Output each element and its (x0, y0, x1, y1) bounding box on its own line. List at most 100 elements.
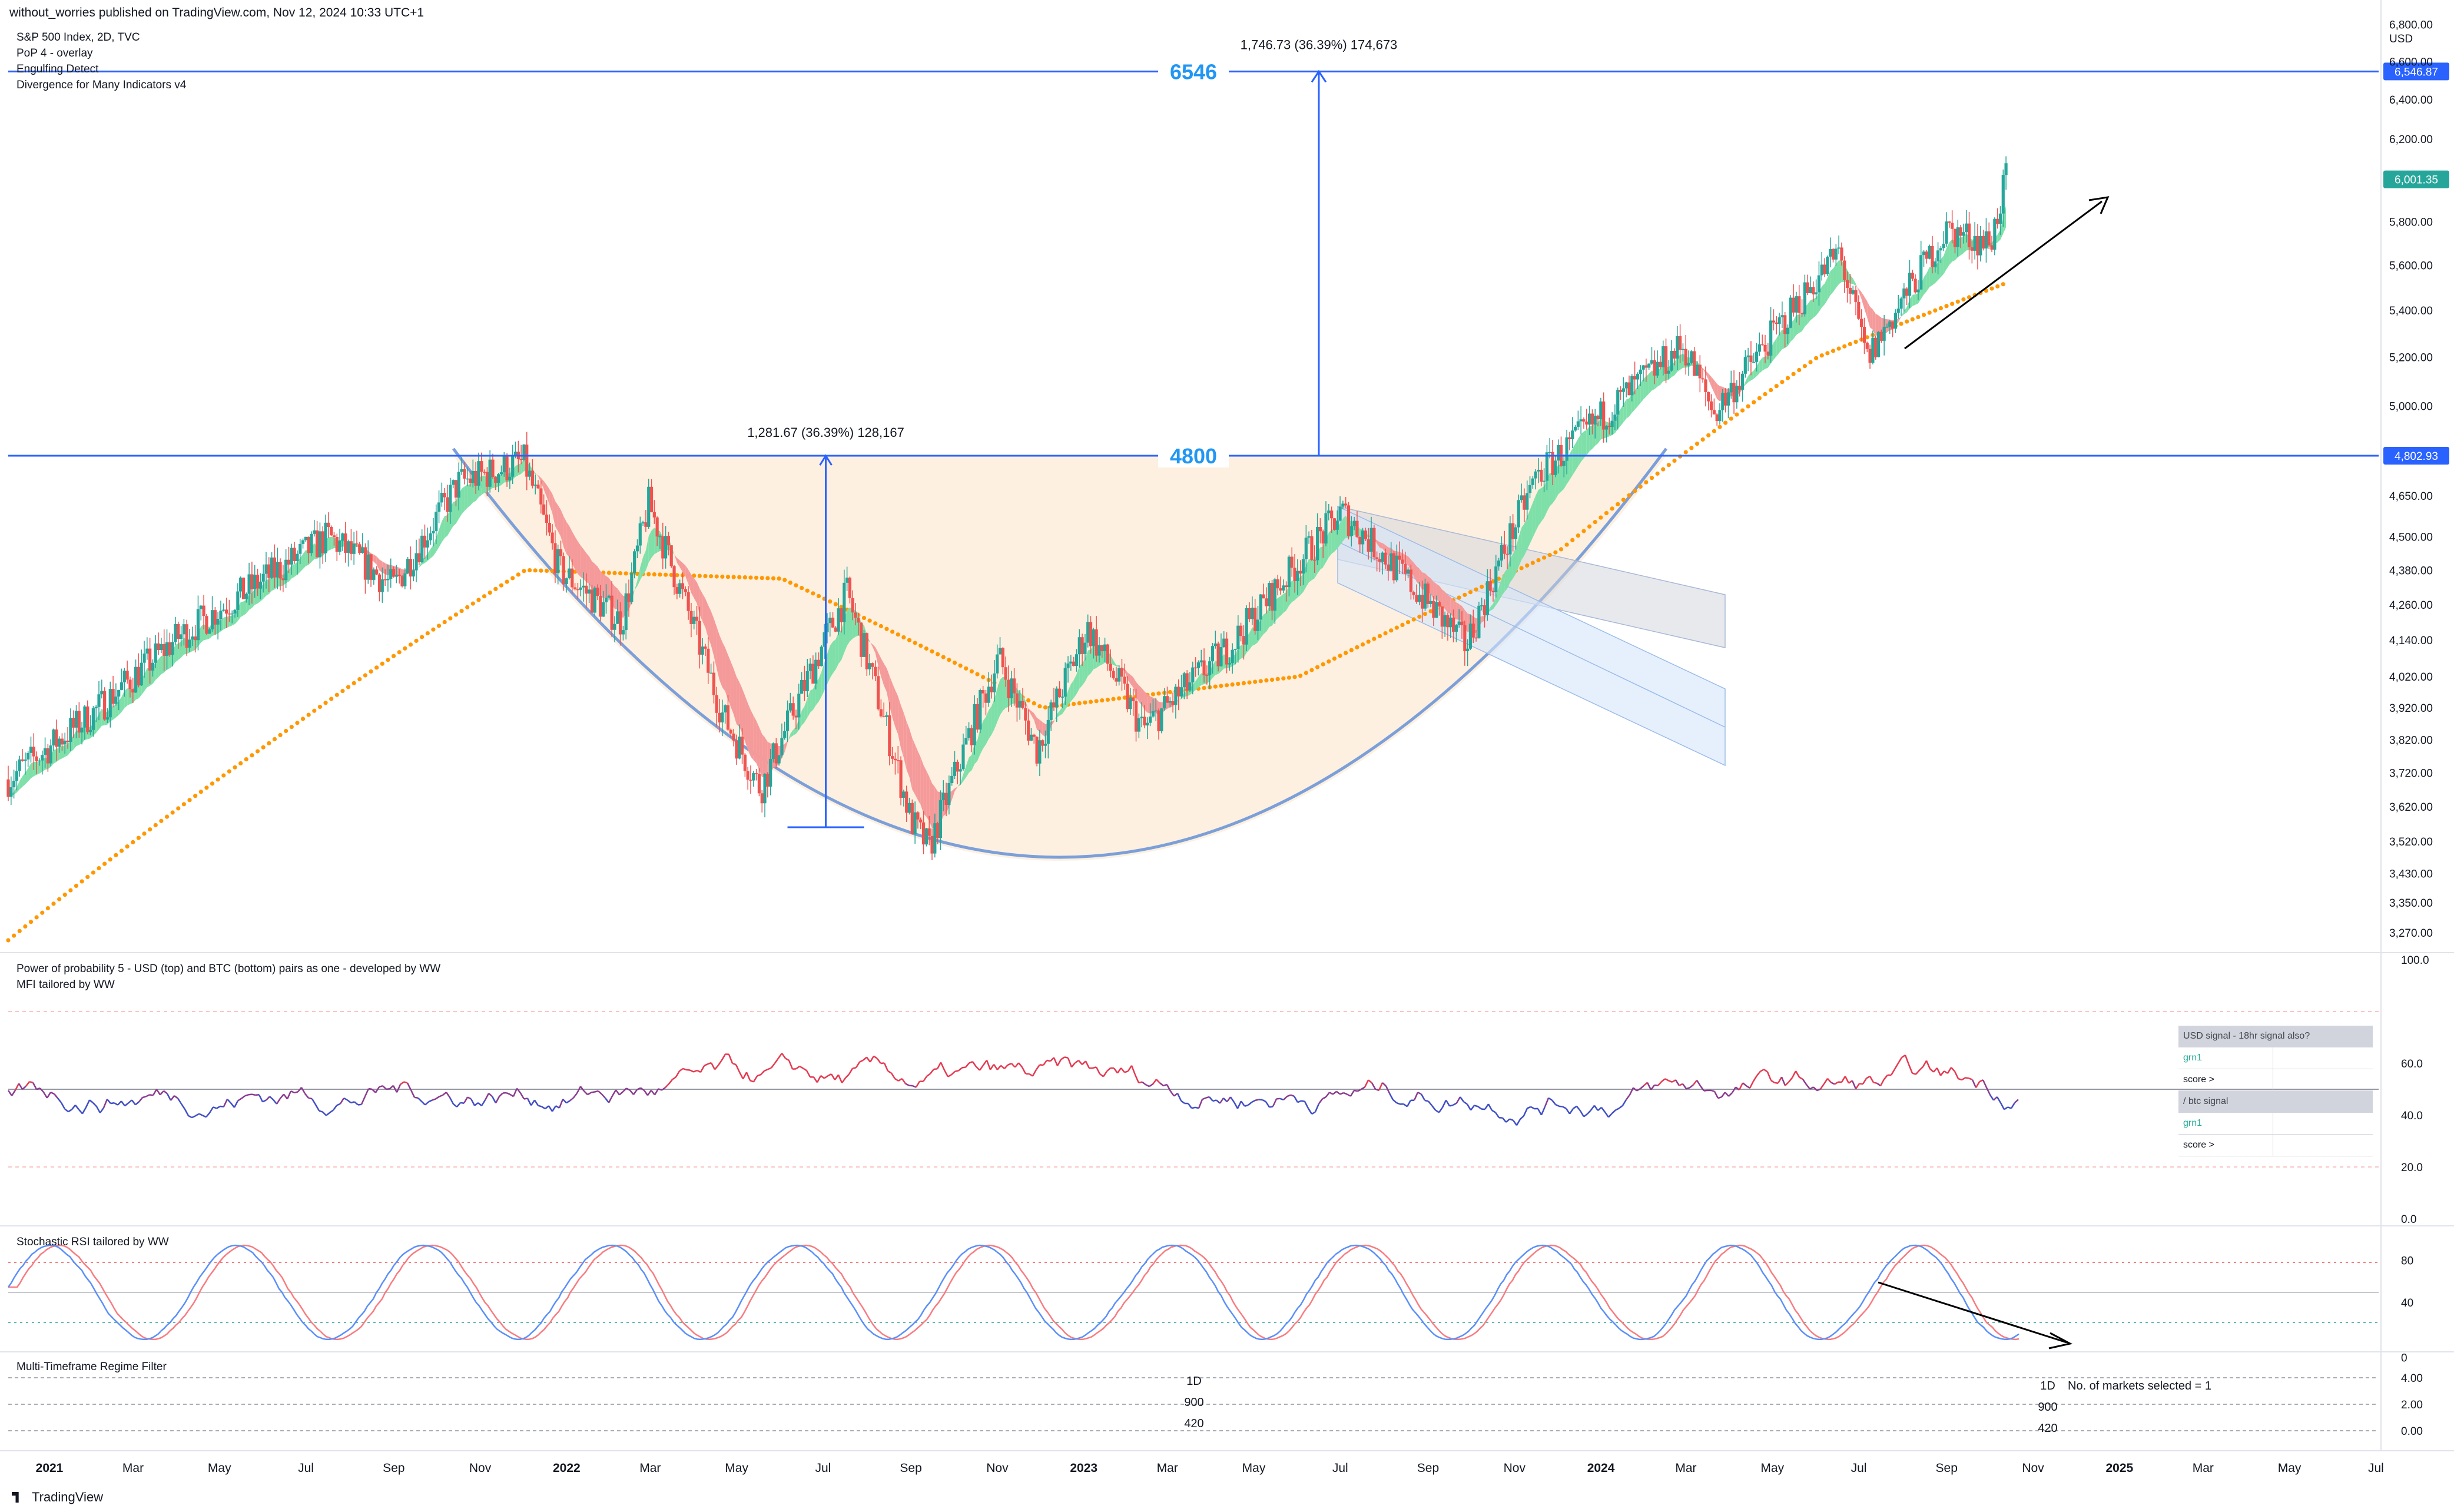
currency-label[interactable]: USD (2389, 33, 2413, 46)
candle-body (394, 574, 398, 577)
sma200-dot (1706, 433, 1711, 437)
candle-body (820, 646, 823, 667)
candle-body (1965, 223, 1968, 233)
candle-body (389, 569, 393, 579)
overlay-indicator-2[interactable]: Engulfing Detect (16, 61, 186, 77)
mfi-line-segment (1996, 1096, 2002, 1103)
candle-body (1123, 677, 1126, 684)
candle-body (219, 611, 223, 619)
candle-body (1330, 510, 1334, 519)
ema-ribbon-segment (1583, 430, 1587, 459)
sma200-dot (1077, 701, 1082, 705)
candle-body (1132, 697, 1135, 701)
candle-body (732, 733, 735, 741)
candle-body (1772, 320, 1776, 323)
sma200-dot (79, 879, 84, 884)
sma200-dot (1150, 692, 1156, 697)
candle-body (1579, 419, 1583, 422)
mfi-line-segment (728, 1054, 734, 1064)
sma200-dot (794, 583, 798, 588)
candle-body (783, 731, 787, 738)
mfi-line-segment (845, 1073, 850, 1079)
mfi-line-segment (294, 1091, 299, 1094)
ema-ribbon-segment (923, 765, 927, 817)
candle-body (12, 781, 16, 788)
mfi-line-segment (1699, 1085, 1705, 1092)
ema-ribbon-segment (1853, 278, 1856, 286)
mfi-line-segment (1248, 1102, 1252, 1106)
mfi-line-segment (629, 1089, 634, 1095)
sma200-dot (981, 675, 986, 679)
tradingview-brand[interactable]: TradingView (12, 1490, 103, 1505)
mfi-line-segment (216, 1105, 221, 1109)
candle-body (1647, 363, 1651, 368)
mfi-line-segment (997, 1065, 1002, 1070)
sma200-dot (57, 897, 62, 901)
sma200-dot (1536, 558, 1541, 563)
candle-body (1800, 313, 1804, 314)
candle-body (919, 819, 923, 823)
mfi-line-segment (785, 1057, 790, 1062)
sma200-dot (1474, 587, 1478, 592)
sma200-dot (357, 677, 362, 682)
sma200-dot (1802, 364, 1807, 369)
mfi-indicator-title[interactable]: MFI tailored by WW (16, 977, 440, 993)
x-axis-label: Jul (815, 1461, 831, 1475)
sma200-dot (91, 870, 95, 875)
overlay-indicator-3[interactable]: Divergence for Many Indicators v4 (16, 77, 186, 93)
candle-body (1693, 351, 1696, 376)
candle-body (179, 634, 183, 639)
stoch-indicator-title[interactable]: Stochastic RSI tailored by WW (16, 1234, 169, 1250)
mfi-line-segment (788, 1060, 794, 1070)
candle-body (1987, 231, 1991, 246)
published-by: without_worries published on TradingView… (9, 6, 425, 19)
mfi-line-segment (1834, 1081, 1839, 1085)
sma200-dot (272, 737, 277, 741)
candle-body (1347, 505, 1351, 536)
pop-axis-tick: 100.0 (2401, 954, 2429, 967)
mfi-line-segment (1893, 1063, 1899, 1070)
candle-body (933, 823, 937, 854)
candle-body (60, 738, 64, 745)
sma200-dot (1032, 701, 1036, 706)
sma200-dot (261, 745, 266, 750)
mfi-line-segment (1625, 1094, 1631, 1100)
pop-indicator-title[interactable]: Power of probability 5 - USD (top) and B… (16, 961, 440, 977)
candle-body (1021, 701, 1024, 708)
candle-body (1925, 251, 1928, 259)
mfi-line-segment (1236, 1100, 1242, 1109)
candle-body (1332, 518, 1337, 530)
candle-body (1248, 608, 1251, 619)
overlay-indicator-1[interactable]: PoP 4 - overlay (16, 45, 186, 61)
chart-canvas[interactable]: 6546 6,546.874800 4,802.931,281.67 (36.39%… (0, 0, 2454, 1512)
candle-body (1361, 530, 1365, 545)
candle-body (1582, 419, 1586, 422)
candle-body (871, 663, 874, 667)
candle-body (805, 671, 809, 691)
regime-indicator-title[interactable]: Multi-Timeframe Regime Filter (16, 1359, 167, 1375)
mfi-line-segment (548, 1105, 553, 1112)
mfi-line-segment (1124, 1070, 1129, 1073)
sma200-dot (351, 681, 356, 685)
mfi-line-segment (304, 1093, 309, 1099)
mfi-line-segment (958, 1067, 963, 1072)
candle-body (913, 812, 917, 834)
candle-body (471, 470, 475, 483)
candle-body (160, 644, 163, 651)
mfi-line-segment (848, 1067, 854, 1075)
price-axis-tick: 3,620.00 (2389, 801, 2433, 814)
x-axis-label: Mar (1157, 1461, 1178, 1475)
candle-body (91, 708, 95, 730)
mfi-line-segment (54, 1093, 58, 1099)
candle-body (1848, 287, 1852, 294)
symbol-title[interactable]: S&P 500 Index, 2D, TVC (16, 29, 186, 45)
candle-body (1137, 718, 1140, 732)
ema-ribbon-segment (989, 706, 992, 740)
ema-ribbon-segment (1822, 283, 1825, 308)
ema-ribbon-segment (906, 721, 910, 777)
candle-body (530, 470, 534, 486)
candle-body (1041, 740, 1044, 746)
sma200-dot (612, 571, 617, 575)
mfi-line-segment (1657, 1081, 1662, 1086)
candle-body (1080, 637, 1084, 654)
